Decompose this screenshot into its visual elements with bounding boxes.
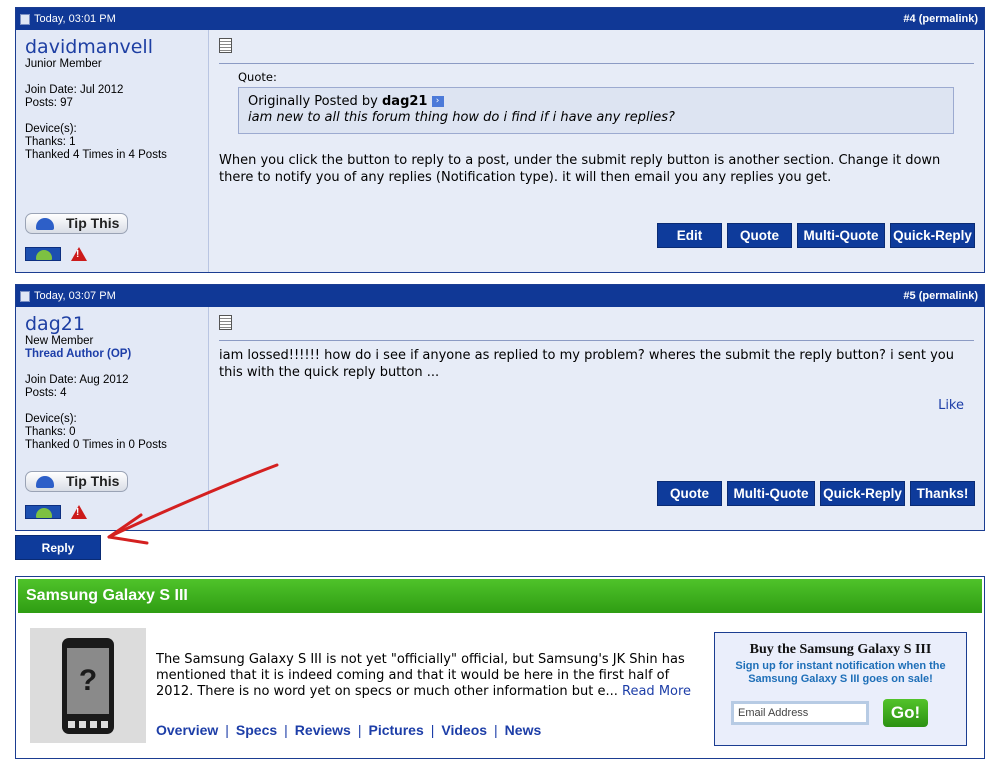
quote-box: Originally Posted by dag21 › iam new to … [238, 87, 954, 134]
post-header: Today, 03:07 PM #5 (permalink) [16, 285, 984, 307]
post-icon [20, 290, 30, 302]
post-count: Posts: 97 [25, 97, 73, 109]
username[interactable]: davidmanvell [25, 36, 200, 58]
thanks-button[interactable]: Thanks! [910, 481, 975, 506]
post-message: When you click the button to reply to a … [219, 153, 941, 185]
videos-link[interactable]: Videos [441, 722, 487, 738]
promo-text: The Samsung Galaxy S III is not yet "off… [156, 652, 685, 699]
post-header: Today, 03:01 PM #4 (permalink) [16, 8, 984, 30]
like-link[interactable]: Like [938, 398, 964, 413]
quote-prefix: Originally Posted by [248, 94, 378, 109]
user-rank: Junior Member [25, 58, 102, 70]
overview-link[interactable]: Overview [156, 722, 218, 738]
reviews-link[interactable]: Reviews [295, 722, 351, 738]
promo-box: Samsung Galaxy S III ? The Samsung Galax… [15, 576, 985, 759]
promo-links: Overview | Specs | Reviews | Pictures | Vide… [156, 722, 542, 738]
post-date: Today, 03:07 PM [34, 290, 116, 302]
devices: Device(s): [25, 123, 77, 135]
specs-link[interactable]: Specs [236, 722, 277, 738]
post-number-link[interactable]: #4 [903, 13, 915, 25]
news-link[interactable]: News [505, 722, 542, 738]
read-more-link[interactable]: Read More [622, 684, 691, 699]
post-message: iam lossed!!!!!! how do i see if anyone … [219, 348, 954, 380]
android-icon [30, 474, 60, 490]
post-doc-icon [219, 38, 232, 53]
quote-label: Quote: [238, 70, 277, 84]
username[interactable]: dag21 [25, 313, 200, 335]
quick-reply-button[interactable]: Quick-Reply [820, 481, 905, 506]
pictures-link[interactable]: Pictures [368, 722, 423, 738]
join-date: Join Date: Aug 2012 [25, 374, 129, 386]
quote-button[interactable]: Quote [657, 481, 722, 506]
phone-placeholder-image: ? [30, 628, 146, 743]
post-count: Posts: 4 [25, 387, 67, 399]
op-label: Thread Author (OP) [25, 348, 132, 360]
permalink[interactable]: (permalink) [919, 290, 978, 302]
post-date: Today, 03:01 PM [34, 13, 116, 25]
post-number-link[interactable]: #5 [903, 290, 915, 302]
report-warning-icon[interactable] [71, 247, 87, 261]
buy-title: Buy the Samsung Galaxy S III [749, 642, 932, 657]
user-rank: New Member [25, 335, 94, 347]
devices: Device(s): [25, 413, 77, 425]
post-doc-icon [219, 315, 232, 330]
buy-box: Buy the Samsung Galaxy S III Sign up for… [714, 632, 967, 746]
phone-icon: ? [62, 637, 114, 734]
android-icon [30, 216, 60, 232]
quote-text: iam new to all this forum thing how do i… [248, 110, 675, 125]
permalink[interactable]: (permalink) [919, 13, 978, 25]
quick-reply-button[interactable]: Quick-Reply [890, 223, 975, 248]
multi-quote-button[interactable]: Multi-Quote [797, 223, 885, 248]
go-button[interactable]: Go! [883, 699, 928, 727]
red-annotation-arrow [107, 463, 279, 545]
user-info: davidmanvell Junior Member Join Date: Ju… [16, 30, 209, 272]
thanks-count: Thanks: 0 [25, 426, 76, 438]
thanks-count: Thanks: 1 [25, 136, 76, 148]
promo-title: Samsung Galaxy S III [18, 579, 982, 613]
quote-button[interactable]: Quote [727, 223, 792, 248]
thanked-count: Thanked 0 Times in 0 Posts [25, 439, 167, 451]
email-field[interactable]: Email Address [731, 701, 869, 725]
edit-button[interactable]: Edit [657, 223, 722, 248]
buy-subtitle: Sign up for instant notification when th… [735, 660, 946, 685]
android-badge-icon[interactable] [25, 505, 61, 519]
reply-button[interactable]: Reply [15, 535, 101, 560]
quote-author: dag21 [381, 94, 428, 109]
view-post-icon[interactable]: › [431, 96, 444, 107]
android-badge-icon[interactable] [25, 247, 61, 261]
promo-description: The Samsung Galaxy S III is not yet "off… [156, 652, 706, 700]
post-4: Today, 03:01 PM #4 (permalink) davidmanv… [15, 7, 985, 273]
tip-this-button[interactable]: Tip This [25, 213, 128, 234]
multi-quote-button[interactable]: Multi-Quote [727, 481, 815, 506]
thanked-count: Thanked 4 Times in 4 Posts [25, 149, 167, 161]
report-warning-icon[interactable] [71, 505, 87, 519]
join-date: Join Date: Jul 2012 [25, 84, 124, 96]
tip-label: Tip This [66, 215, 120, 231]
post-icon [20, 13, 30, 25]
